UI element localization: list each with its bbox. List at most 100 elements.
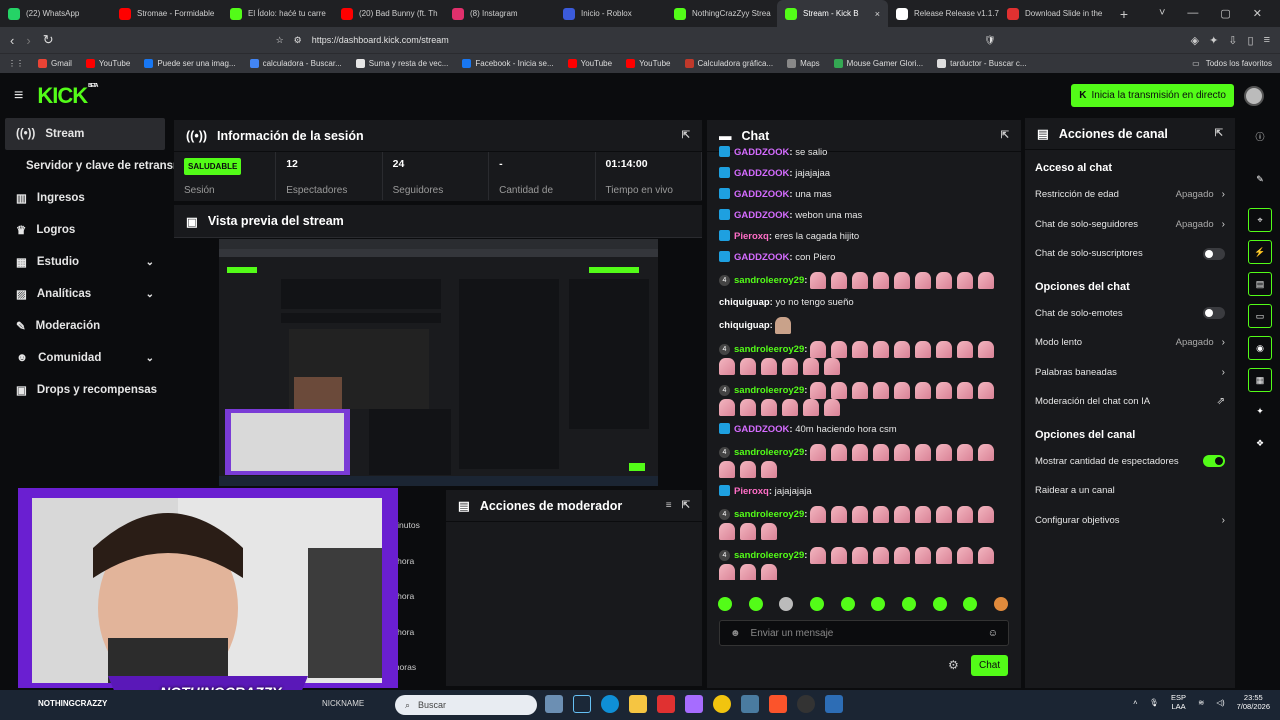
sidebar-item-drops[interactable]: ▣ Drops y recompensas (0, 374, 170, 406)
pencil-icon[interactable]: ✎ (1248, 168, 1272, 192)
site-settings-icon[interactable]: ⚙ (294, 35, 302, 46)
chevron-down-icon[interactable]: ⌄ (146, 353, 154, 364)
expand-icon[interactable]: ⇱ (682, 500, 690, 511)
volume-icon[interactable]: ◁) (1216, 698, 1224, 707)
bookmark-item[interactable]: YouTube (567, 59, 612, 68)
channel-option[interactable]: Palabras baneadas › (1025, 358, 1235, 388)
hamburger-icon[interactable]: ≡ (14, 87, 23, 105)
bookmark-item[interactable]: Suma y resta de vec... (355, 59, 448, 68)
app-icon[interactable] (657, 695, 675, 713)
browser-tab[interactable]: Release Release v1.1.7 (888, 0, 999, 27)
channel-option[interactable]: Restricción de edad Apagado › (1025, 180, 1235, 210)
sidebar-item-stream[interactable]: ((•)) Stream (5, 118, 165, 150)
emote-icon[interactable] (993, 597, 1008, 611)
chat-username[interactable]: chiquiguap (719, 297, 770, 308)
browser-tab[interactable]: El Ídolo: haćé tu carre (222, 0, 333, 27)
bookmark-item[interactable]: Mouse Gamer Glori... (833, 59, 923, 68)
expand-icon[interactable]: ⇱ (1001, 130, 1009, 141)
chevron-right-icon[interactable]: › (1222, 515, 1225, 526)
chat-username[interactable]: GADDZOOK (734, 424, 789, 435)
sidebar-item-moderación[interactable]: ✎ Moderación (0, 310, 170, 342)
channel-option[interactable]: Chat de solo-seguidores Apagado › (1025, 210, 1235, 240)
sidebar-icon[interactable]: ▯ (1248, 34, 1254, 47)
emoji-icon[interactable]: ☻ (730, 628, 741, 639)
chevron-right-icon[interactable]: › (1222, 219, 1225, 230)
apps-icon[interactable]: ⋮⋮ (8, 59, 24, 68)
expand-icon[interactable]: ⇱ (682, 130, 690, 141)
emote-icon[interactable] (840, 597, 855, 611)
sidebar-item-estudio[interactable]: ▦ Estudio ⌄ (0, 246, 170, 278)
minimize-icon[interactable]: — (1187, 7, 1198, 20)
url-field[interactable]: ☆ ⚙ https://dashboard.kick.com/stream 🛡 (266, 29, 1006, 51)
browser-tab[interactable]: Stromae - Formidable (111, 0, 222, 27)
wrench-icon[interactable]: ✦ (1248, 400, 1272, 424)
copilot-icon[interactable] (685, 695, 703, 713)
target-icon[interactable]: ⌖ (1248, 208, 1272, 232)
forward-icon[interactable]: › (26, 33, 30, 48)
all-bookmarks[interactable]: ▭ Todos los favoritos (1192, 59, 1272, 68)
browser-tab[interactable]: (20) Bad Bunny (ft. Th (333, 0, 444, 27)
chat-username[interactable]: chiquiguap (719, 320, 770, 331)
chat-username[interactable]: sandroleeroy29 (734, 275, 804, 286)
sidebar-item-servidor[interactable]: Servidor y clave de retransmisión (0, 150, 210, 182)
back-icon[interactable]: ‹ (10, 33, 14, 48)
channel-option[interactable]: Chat de solo-emotes (1025, 299, 1235, 329)
channel-option[interactable]: Chat de solo-suscriptores (1025, 239, 1235, 269)
puzzle-icon[interactable]: ❖ (1248, 432, 1272, 456)
emote-icon[interactable] (748, 597, 763, 611)
chevron-right-icon[interactable]: › (1222, 189, 1225, 200)
bookmark-item[interactable]: calculadora - Buscar... (249, 59, 342, 68)
channel-option[interactable]: Mostrar cantidad de espectadores (1025, 447, 1235, 477)
clock[interactable]: 23:55 7/08/2026 (1237, 693, 1270, 711)
channel-option[interactable]: Configurar objetivos › (1025, 506, 1235, 536)
chrome-icon[interactable] (713, 695, 731, 713)
toggle-switch[interactable] (1203, 247, 1225, 260)
sidebar-item-analíticas[interactable]: ▨ Analíticas ⌄ (0, 278, 170, 310)
emote-icon[interactable] (901, 597, 916, 611)
channel-option[interactable]: Moderación del chat con IA ⇗ (1025, 387, 1235, 417)
list-icon[interactable]: ▤ (1248, 272, 1272, 296)
chat-username[interactable]: GADDZOOK (734, 210, 789, 221)
chat-username[interactable]: sandroleeroy29 (734, 385, 804, 396)
toggle-switch[interactable] (1203, 307, 1225, 320)
sidebar-item-comunidad[interactable]: ☻ Comunidad ⌄ (0, 342, 170, 374)
external-link-icon[interactable]: ⇗ (1217, 396, 1225, 407)
emote-icon[interactable] (718, 597, 732, 611)
expand-icon[interactable]: ⇱ (1215, 128, 1223, 139)
browser-tab[interactable]: Inicio - Roblox (555, 0, 666, 27)
emote-icon[interactable] (809, 597, 824, 611)
browser-tab[interactable]: NothingCrazZyy Strea (666, 0, 777, 27)
avatar[interactable] (1244, 86, 1264, 106)
layout-icon[interactable]: ▦ (1248, 368, 1272, 392)
chat-username[interactable]: GADDZOOK (734, 252, 789, 263)
mic-icon[interactable]: 🎙 (1150, 698, 1160, 707)
browser-tab[interactable]: Stream - Kick B × (777, 0, 888, 27)
emote-icon[interactable] (963, 597, 978, 611)
reload-icon[interactable]: ↻ (43, 32, 54, 48)
brave-shield-icon[interactable]: 🛡 (984, 35, 995, 46)
smile-icon[interactable]: ☺ (988, 628, 998, 639)
message-icon[interactable]: ▭ (1248, 304, 1272, 328)
chat-username[interactable]: Pieroxq (734, 231, 769, 242)
toggle-switch[interactable] (1203, 455, 1225, 468)
new-tab-icon[interactable]: + (1114, 6, 1134, 22)
emote-icon[interactable] (932, 597, 947, 611)
stream-preview-video[interactable] (219, 239, 658, 486)
channel-option[interactable]: Raidear a un canal (1025, 476, 1235, 506)
settings-icon[interactable]: ⚙ (948, 658, 959, 672)
lang-indicator[interactable]: ESP LAA (1171, 693, 1186, 711)
photos-icon[interactable] (741, 695, 759, 713)
chat-username[interactable]: sandroleeroy29 (734, 344, 804, 355)
bookmark-item[interactable]: Maps (787, 59, 820, 68)
browser-tab[interactable]: (22) WhatsApp (0, 0, 111, 27)
chevron-right-icon[interactable]: › (1222, 367, 1225, 378)
download-icon[interactable]: ⇩ (1228, 34, 1237, 47)
obs-icon[interactable] (797, 695, 815, 713)
chat-messages[interactable]: GADDZOOK: se salio GADDZOOK: jajajajaa GAD… (711, 142, 1015, 580)
channel-option[interactable]: Modo lento Apagado › (1025, 328, 1235, 358)
steam-icon[interactable] (573, 695, 591, 713)
bookmark-item[interactable]: Calculadora gráfica... (684, 59, 773, 68)
close-icon[interactable]: × (875, 9, 880, 19)
chat-username[interactable]: sandroleeroy29 (734, 550, 804, 561)
maximize-icon[interactable]: ▢ (1220, 7, 1230, 20)
